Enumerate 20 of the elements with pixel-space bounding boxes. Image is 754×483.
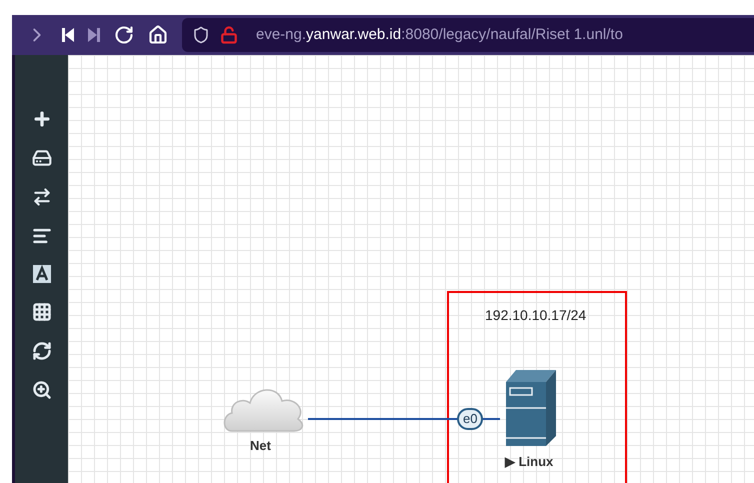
shield-icon [192, 26, 210, 44]
arrows-icon[interactable] [32, 187, 52, 207]
text-box-icon[interactable] [32, 265, 50, 283]
refresh-icon[interactable] [32, 341, 52, 361]
node-label: ▶ Linux [505, 453, 554, 471]
drive-icon[interactable] [32, 148, 52, 168]
add-icon[interactable] [32, 109, 52, 129]
unlocked-icon [220, 26, 238, 44]
url-text: eve-ng.yanwar.web.id:8080/legacy/naufal/Riset 1.unl/to [256, 24, 623, 45]
server-icon [504, 368, 558, 448]
grid-icon[interactable] [32, 302, 52, 322]
address-field[interactable]: eve-ng.yanwar.web.id:8080/legacy/naufal/Riset 1.unl/to [182, 18, 754, 52]
skip-back-icon[interactable] [62, 28, 74, 42]
node-label: Net [250, 437, 271, 455]
ip-address-label: 192.10.10.17/24 [485, 306, 586, 325]
skip-forward-icon[interactable] [88, 28, 100, 42]
zoom-in-icon[interactable] [32, 380, 52, 400]
align-left-icon[interactable] [32, 226, 52, 246]
reload-icon[interactable] [114, 25, 134, 45]
home-icon[interactable] [148, 25, 168, 45]
